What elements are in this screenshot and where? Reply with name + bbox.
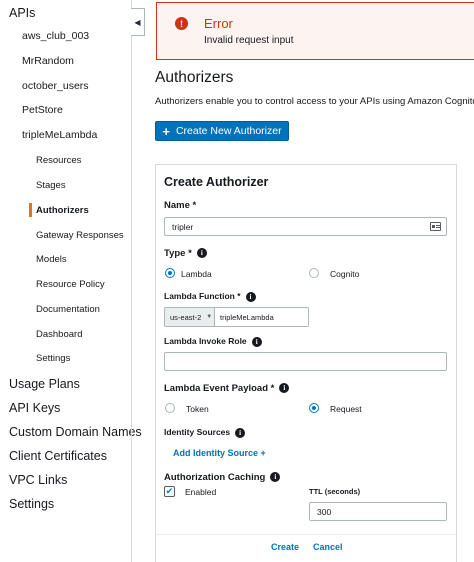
plus-icon: + (162, 123, 170, 139)
create-new-authorizer-label: Create New Authorizer (175, 125, 282, 137)
sidebar-item-resources[interactable]: Resources (36, 155, 81, 166)
region-value: us-east-2 (170, 312, 202, 322)
ttl-label: TTL (seconds) (309, 487, 361, 496)
sidebar-item-api-keys[interactable]: API Keys (9, 401, 60, 415)
caret-down-icon: ▼ (206, 314, 213, 320)
type-label-text: Type * (164, 248, 192, 259)
name-label: Name * (164, 200, 197, 211)
active-indicator (29, 203, 32, 217)
region-select[interactable]: us-east-2 ▼ (164, 307, 215, 327)
invoke-role-input[interactable] (164, 352, 447, 371)
error-icon: ! (175, 17, 188, 30)
name-input-value: tripler (172, 221, 194, 232)
collapse-sidebar-button[interactable]: ◀ (131, 8, 145, 36)
main-content: ! Error Invalid request input Authorizer… (145, 0, 474, 562)
sidebar-item-custom-domain-names[interactable]: Custom Domain Names (9, 425, 142, 439)
sidebar-item-resource-policy[interactable]: Resource Policy (36, 279, 105, 290)
sidebar-item-models[interactable]: Models (36, 254, 67, 265)
checkmark-icon: ✔ (165, 486, 174, 496)
caching-label-text: Authorization Caching (164, 472, 266, 483)
payload-request-label: Request (330, 404, 362, 414)
error-title: Error (204, 16, 233, 31)
page-description: Authorizers enable you to control access… (155, 96, 474, 107)
cancel-button[interactable]: Cancel (313, 542, 343, 552)
add-identity-source-link[interactable]: Add Identity Source + (173, 448, 266, 458)
invoke-role-label: Lambda Invoke Role i (164, 336, 262, 347)
caching-enabled-label: Enabled (185, 487, 217, 497)
ttl-value: 300 (317, 506, 332, 517)
sidebar-nav: APIs aws_club_003 MrRandom october_users… (0, 0, 142, 562)
page-title: Authorizers (155, 69, 234, 86)
sidebar-item-vpc-links[interactable]: VPC Links (9, 473, 67, 487)
payload-token-radio[interactable] (165, 403, 175, 413)
sidebar-item-apis[interactable]: APIs (9, 6, 35, 20)
invoke-role-label-text: Lambda Invoke Role (164, 336, 247, 346)
sidebar-api-triplemelambda[interactable]: tripleMeLambda (22, 129, 97, 141)
sidebar-api-mrrandom[interactable]: MrRandom (22, 55, 74, 67)
caret-left-icon: ◀ (134, 17, 141, 27)
sidebar-item-gateway-responses[interactable]: Gateway Responses (36, 230, 124, 241)
caching-enabled-checkbox[interactable]: ✔ (164, 486, 175, 497)
type-cognito-label: Cognito (330, 269, 360, 279)
payload-token-label: Token (186, 404, 209, 414)
lambda-function-input[interactable]: tripleMeLambda (214, 307, 309, 327)
info-icon[interactable]: i (251, 336, 262, 347)
info-icon[interactable]: i (279, 383, 290, 394)
sidebar-item-settings[interactable]: Settings (9, 497, 54, 511)
type-cognito-radio[interactable] (309, 268, 319, 278)
sidebar-item-documentation[interactable]: Documentation (36, 304, 100, 315)
sidebar-item-stages[interactable]: Stages (36, 180, 66, 191)
event-payload-label: Lambda Event Payload * i (164, 383, 290, 394)
identity-sources-label: Identity Sources i (164, 427, 246, 438)
type-lambda-radio[interactable] (165, 268, 175, 278)
sidebar-item-client-certificates[interactable]: Client Certificates (9, 449, 107, 463)
contact-card-icon (430, 222, 441, 231)
identity-sources-label-text: Identity Sources (164, 427, 231, 437)
error-alert: ! Error Invalid request input (156, 2, 474, 60)
type-lambda-label: Lambda (181, 269, 212, 279)
info-icon[interactable]: i (270, 472, 281, 483)
panel-title: Create Authorizer (164, 175, 269, 189)
info-icon[interactable]: i (196, 248, 207, 259)
event-payload-label-text: Lambda Event Payload * (164, 383, 275, 394)
footer-divider (156, 534, 456, 535)
sidebar-api-october-users[interactable]: october_users (22, 80, 89, 92)
create-new-authorizer-button[interactable]: + Create New Authorizer (155, 121, 289, 141)
sidebar-item-api-settings[interactable]: Settings (36, 353, 70, 364)
name-input[interactable]: tripler (164, 217, 447, 236)
info-icon[interactable]: i (245, 291, 256, 302)
create-button[interactable]: Create (271, 542, 299, 552)
info-icon[interactable]: i (235, 427, 246, 438)
payload-request-radio[interactable] (309, 403, 319, 413)
lambda-function-label-text: Lambda Function * (164, 291, 241, 301)
lambda-function-label: Lambda Function * i (164, 291, 256, 302)
type-label: Type * i (164, 248, 207, 259)
caching-label: Authorization Caching i (164, 472, 281, 483)
sidebar-api-petstore[interactable]: PetStore (22, 104, 63, 116)
ttl-input[interactable]: 300 (309, 502, 447, 521)
create-authorizer-panel: Create Authorizer Name * tripler Type * i… (155, 164, 457, 562)
sidebar-item-dashboard[interactable]: Dashboard (36, 329, 82, 340)
sidebar-item-usage-plans[interactable]: Usage Plans (9, 377, 80, 391)
error-message: Invalid request input (204, 35, 294, 46)
sidebar-divider (131, 0, 132, 562)
sidebar-item-authorizers[interactable]: Authorizers (36, 205, 89, 216)
sidebar-api-aws-club-003[interactable]: aws_club_003 (22, 30, 89, 42)
lambda-function-value: tripleMeLambda (220, 312, 274, 322)
